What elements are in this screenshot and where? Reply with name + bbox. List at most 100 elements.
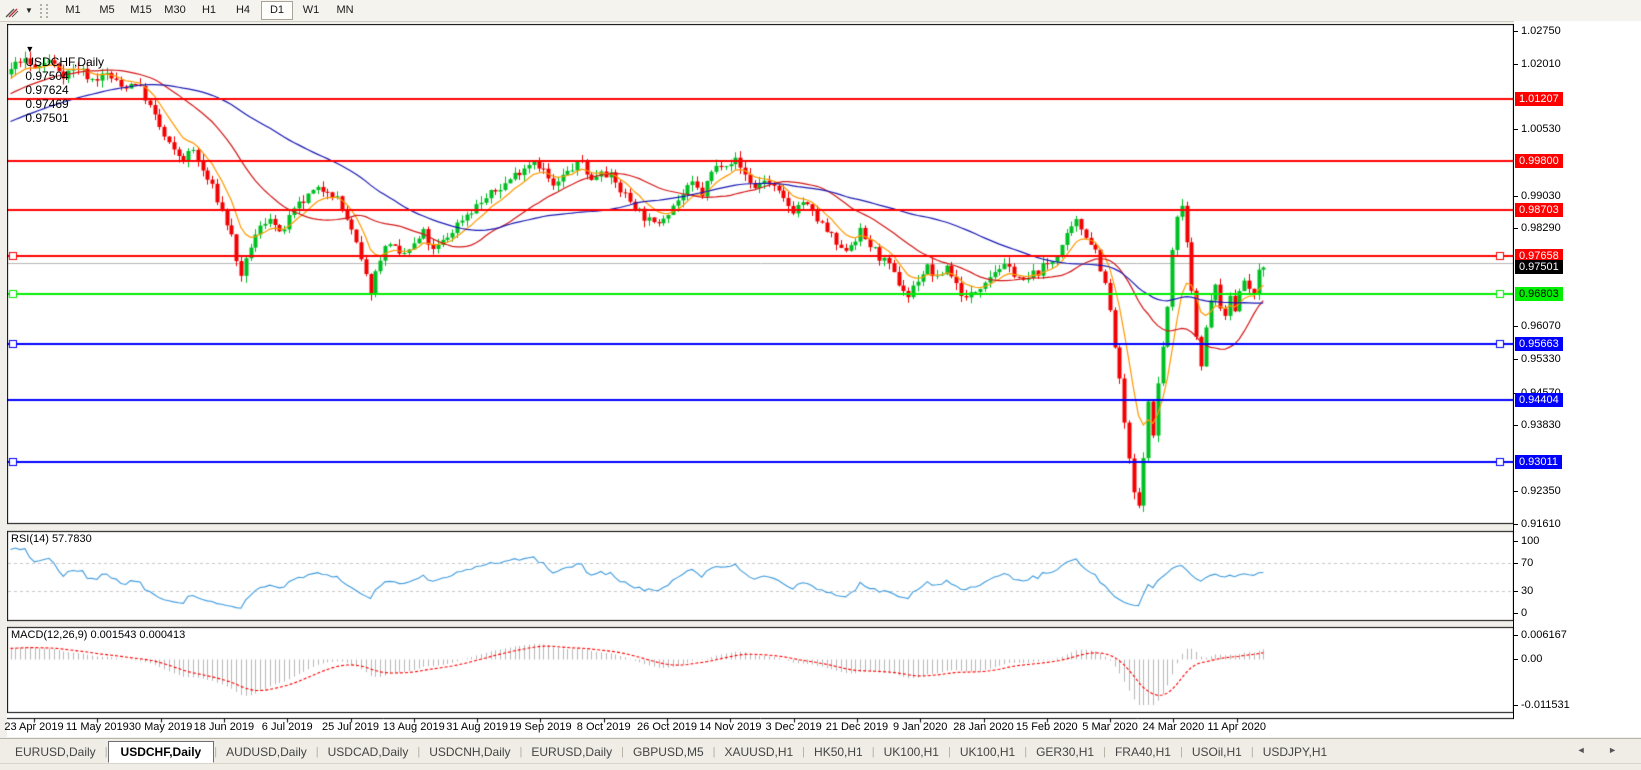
price-axis-tick-label: 30: [1521, 585, 1534, 597]
level-price-tag: 0.95663: [1515, 337, 1563, 351]
tabs-scroll-left-icon[interactable]: ◄: [1577, 745, 1596, 755]
date-axis-label: 30 May 2019: [128, 721, 193, 733]
date-axis-label: 23 Apr 2019: [4, 721, 64, 733]
axis-tick-mark: [1514, 491, 1518, 492]
timeframe-button-m15[interactable]: M15: [125, 1, 157, 20]
tab-usdcnh-daily[interactable]: USDCNH,Daily: [420, 742, 519, 762]
level-price-tag: 0.99800: [1515, 154, 1563, 168]
tool-dropdown-caret-icon[interactable]: ▼: [22, 6, 36, 15]
price-chart-canvas[interactable]: [7, 24, 1514, 737]
tab-gbpusd-m5[interactable]: GBPUSD,M5: [624, 742, 713, 762]
timeframe-button-m30[interactable]: M30: [159, 1, 191, 20]
level-price-tag: 1.01207: [1515, 92, 1563, 106]
macd-indicator-label: MACD(12,26,9) 0.001543 0.000413: [11, 629, 186, 641]
level-price-tag: 0.93011: [1515, 455, 1562, 469]
axis-tick-mark: [1514, 129, 1518, 130]
price-axis-tick-label: 0.99030: [1521, 190, 1561, 202]
level-price-tag: 0.98703: [1515, 203, 1563, 217]
date-axis-label: 21 Dec 2019: [825, 721, 889, 733]
axis-tick-mark: [1514, 359, 1518, 360]
axis-tick-mark: [1514, 425, 1518, 426]
date-axis-label: 5 Mar 2020: [1082, 721, 1138, 733]
axis-tick-mark: [1514, 659, 1518, 660]
price-axis-tick-label: 0.96070: [1521, 320, 1561, 332]
price-axis-tick-label: 0.95330: [1521, 353, 1561, 365]
tab-xauusd-h1[interactable]: XAUUSD,H1: [715, 742, 802, 762]
tab-usdcad-daily[interactable]: USDCAD,Daily: [319, 742, 418, 762]
price-axis-tick-label: 1.02750: [1521, 25, 1561, 37]
date-axis-label: 13 Aug 2019: [382, 721, 445, 733]
axis-tick-mark: [1514, 228, 1518, 229]
timeframe-button-w1[interactable]: W1: [295, 1, 327, 20]
current-price-tag: 0.97501: [1515, 260, 1563, 274]
price-axis-tick-label: 0.98290: [1521, 222, 1561, 234]
date-axis-label: 14 Nov 2019: [699, 721, 762, 733]
price-axis-tick-label: 0.006167: [1521, 629, 1567, 641]
ohlc-low: 0.97469: [25, 97, 69, 111]
chart-title: ▼ USDCHF,Daily 0.97504 0.97624 0.97469 0…: [12, 27, 108, 139]
date-axis-label: 15 Feb 2020: [1015, 721, 1078, 733]
tab-usoil-h1[interactable]: USOil,H1: [1183, 742, 1251, 762]
chart-symbol-label: USDCHF,Daily: [25, 55, 105, 69]
tab-usdjpy-h1[interactable]: USDJPY,H1: [1254, 742, 1336, 762]
date-axis-label: 24 Mar 2020: [1142, 721, 1205, 733]
price-axis-tick-label: 0.00: [1521, 653, 1543, 665]
price-axis-tick-label: 70: [1521, 557, 1534, 569]
date-axis-label: 26 Oct 2019: [637, 721, 697, 733]
tab-eurusd-daily[interactable]: EURUSD,Daily: [522, 742, 621, 762]
level-price-tag: 0.96803: [1515, 287, 1563, 301]
timeframe-button-mn[interactable]: MN: [329, 1, 361, 20]
tab-hk50-h1[interactable]: HK50,H1: [805, 742, 872, 762]
date-axis-label: 28 Jan 2020: [953, 721, 1014, 733]
axis-tick-mark: [1514, 635, 1518, 636]
tab-ger30-h1[interactable]: GER30,H1: [1027, 742, 1103, 762]
tab-fra40-h1[interactable]: FRA40,H1: [1106, 742, 1180, 762]
date-axis-label: 3 Dec 2019: [765, 721, 822, 733]
axis-tick-mark: [1514, 705, 1518, 706]
ohlc-high: 0.97624: [25, 83, 69, 97]
date-axis-label: 8 Oct 2019: [576, 721, 631, 733]
timeframe-button-h4[interactable]: H4: [227, 1, 259, 20]
axis-tick-mark: [1514, 31, 1518, 32]
date-axis-label: 6 Jul 2019: [261, 721, 313, 733]
timeframe-toolbar: ▼ M1 M5 M15 M30 H1 H4 D1 W1 MN: [0, 0, 1641, 22]
tab-usdchf-daily[interactable]: USDCHF,Daily: [107, 740, 215, 763]
ohlc-open: 0.97504: [25, 69, 69, 83]
terminal-window: ▼ M1 M5 M15 M30 H1 H4 D1 W1 MN ▼ USDCHF,Daily 0.…: [0, 0, 1641, 770]
timeframe-button-h1[interactable]: H1: [193, 1, 225, 20]
date-axis-label: 11 May 2019: [65, 721, 129, 733]
date-axis-label: 19 Sep 2019: [509, 721, 572, 733]
tab-eurusd-daily[interactable]: EURUSD,Daily: [6, 742, 105, 762]
date-axis-label: 31 Aug 2019: [446, 721, 508, 733]
axis-tick-mark: [1514, 64, 1518, 65]
toolbar-drag-grip[interactable]: [40, 3, 48, 18]
drawing-tool-icon[interactable]: [2, 3, 22, 19]
price-axis-tick-label: 0.91610: [1521, 518, 1561, 530]
level-price-tag: 0.94404: [1515, 393, 1563, 407]
price-axis-tick-label: 0.92350: [1521, 485, 1561, 497]
date-axis-label: 9 Jan 2020: [892, 721, 948, 733]
timeframe-buttons: M1 M5 M15 M30 H1 H4 D1 W1 MN: [56, 1, 362, 20]
tabs-scroll-right-icon[interactable]: ►: [1608, 745, 1627, 755]
axis-tick-mark: [1514, 541, 1518, 542]
axis-tick-mark: [1514, 326, 1518, 327]
price-axis-tick-label: 0.93830: [1521, 419, 1561, 431]
tab-uk100-h1[interactable]: UK100,H1: [951, 742, 1024, 762]
date-axis-label: 25 Jul 2019: [322, 721, 379, 733]
price-axis-tick-label: 0: [1521, 607, 1528, 619]
rsi-indicator-label: RSI(14) 57.7830: [11, 533, 92, 545]
axis-tick-mark: [1514, 613, 1518, 614]
chart-collapse-icon[interactable]: ▼: [25, 44, 34, 54]
price-axis-tick-label: 1.00530: [1521, 123, 1561, 135]
timeframe-button-m5[interactable]: M5: [91, 1, 123, 20]
tab-uk100-h1[interactable]: UK100,H1: [875, 742, 948, 762]
timeframe-button-d1[interactable]: D1: [261, 1, 293, 20]
axis-tick-mark: [1514, 524, 1518, 525]
date-axis-label: 11 Apr 2020: [1207, 721, 1266, 733]
tab-audusd-daily[interactable]: AUDUSD,Daily: [217, 742, 316, 762]
price-axis-tick-label: 1.02010: [1521, 58, 1561, 70]
timeframe-button-m1[interactable]: M1: [57, 1, 89, 20]
date-axis-label: 18 Jun 2019: [193, 721, 255, 733]
axis-tick-mark: [1514, 591, 1518, 592]
axis-tick-mark: [1514, 196, 1518, 197]
